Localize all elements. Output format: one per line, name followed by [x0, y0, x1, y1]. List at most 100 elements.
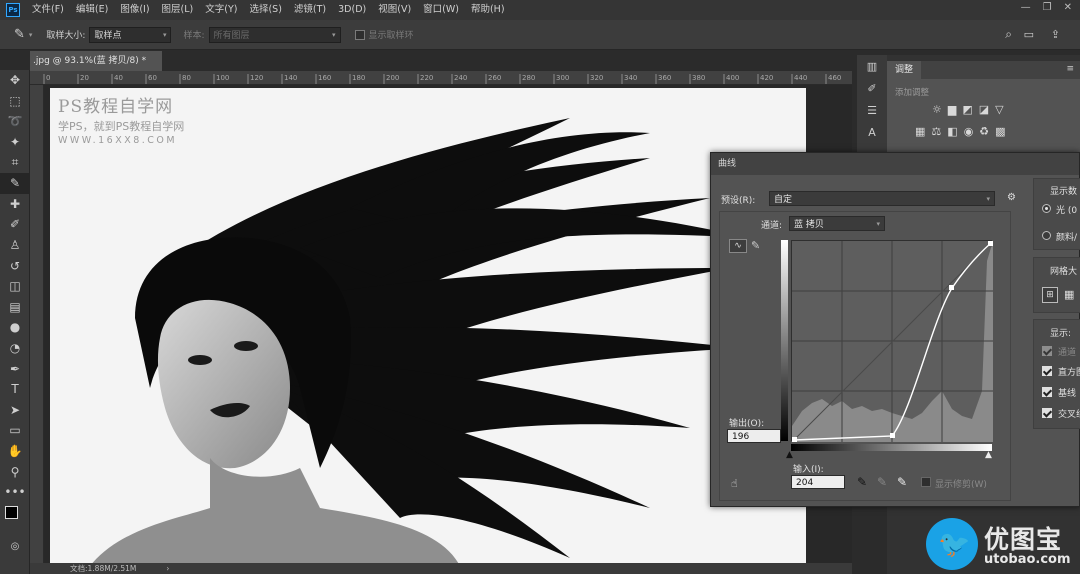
display-amount-label: 显示数: [1050, 187, 1078, 197]
character-panel-icon[interactable]: A: [857, 121, 887, 143]
pen-tool-icon[interactable]: ✒: [0, 358, 30, 379]
move-tool-icon[interactable]: ✥: [0, 70, 30, 91]
foreground-color-swatch[interactable]: [5, 506, 18, 520]
photo-filter-icon[interactable]: ◉: [964, 125, 974, 138]
brush-tool-icon[interactable]: ✐: [0, 214, 30, 235]
marquee-tool-icon[interactable]: ⬚: [0, 91, 30, 112]
hand-tool-icon[interactable]: ✋: [0, 441, 30, 462]
menu-window[interactable]: 窗口(W): [417, 0, 465, 20]
watermark-slogan: 学PS，就到PS教程自学网: [58, 120, 185, 133]
brush-panel-icon[interactable]: ✐: [857, 77, 887, 99]
type-tool-icon[interactable]: T: [0, 379, 30, 400]
properties-panel-icon[interactable]: ☰: [857, 99, 887, 121]
sample-select[interactable]: 所有图层 ▾: [208, 26, 341, 43]
menu-help[interactable]: 帮助(H): [465, 0, 511, 20]
curve-point-mid[interactable]: [949, 285, 954, 290]
eyedropper-icon[interactable]: ✎: [14, 27, 25, 42]
chevron-right-icon[interactable]: ›: [166, 564, 169, 573]
show-ring-checkbox[interactable]: [354, 29, 365, 40]
white-slider-icon[interactable]: ▲: [985, 450, 992, 460]
quick-mask-icon[interactable]: ◎: [0, 536, 30, 557]
baseline-checkbox[interactable]: [1042, 387, 1052, 397]
menu-view[interactable]: 视图(V): [372, 0, 417, 20]
curve-point-tool-icon[interactable]: ∿: [729, 239, 747, 253]
menu-image[interactable]: 图像(I): [114, 0, 155, 20]
menu-type[interactable]: 文字(Y): [199, 0, 243, 20]
photo-canvas[interactable]: PS教程自学网 学PS，就到PS教程自学网 WWW.16XX8.COM: [50, 88, 806, 563]
exposure-icon[interactable]: ◪: [979, 103, 989, 116]
target-adjust-icon[interactable]: ☝: [731, 477, 738, 490]
lasso-tool-icon[interactable]: ➰: [0, 111, 30, 132]
levels-icon[interactable]: ▆: [948, 103, 956, 116]
gray-point-eyedropper-icon[interactable]: ✎: [877, 475, 887, 489]
tab-adjustments[interactable]: 调整: [887, 61, 921, 79]
black-slider-icon[interactable]: ▲: [786, 450, 793, 460]
light-radio[interactable]: [1042, 204, 1051, 213]
brightness-icon[interactable]: ☼: [932, 103, 942, 116]
channel-mixer-icon[interactable]: ♻: [979, 125, 989, 138]
histogram-panel-icon[interactable]: ▥: [857, 55, 887, 77]
healing-brush-tool-icon[interactable]: ✚: [0, 194, 30, 215]
curve-point-low[interactable]: [890, 433, 895, 438]
curves-plot[interactable]: [791, 240, 994, 443]
crop-tool-icon[interactable]: ⌗: [0, 152, 30, 173]
eyedropper-tool-icon[interactable]: ✎: [0, 172, 30, 194]
close-icon[interactable]: ✕: [1064, 2, 1072, 13]
baseline-label: 基线: [1058, 389, 1077, 399]
panel-menu-icon[interactable]: ≡: [1066, 64, 1074, 74]
grid-simple-icon[interactable]: ⊞: [1042, 287, 1058, 303]
eraser-tool-icon[interactable]: ◫: [0, 276, 30, 297]
menu-3d[interactable]: 3D(D): [332, 0, 372, 20]
black-white-icon[interactable]: ◧: [947, 125, 957, 138]
menu-filter[interactable]: 滤镜(T): [288, 0, 332, 20]
path-select-tool-icon[interactable]: ➤: [0, 400, 30, 421]
history-brush-tool-icon[interactable]: ↺: [0, 255, 30, 276]
color-balance-icon[interactable]: ⚖: [931, 125, 941, 138]
document-tab[interactable]: .jpg @ 93.1%(蓝 拷贝/8) *: [30, 51, 162, 71]
histogram-checkbox[interactable]: [1042, 366, 1052, 376]
search-icon[interactable]: ⌕: [1005, 27, 1012, 42]
menu-edit[interactable]: 编辑(E): [70, 0, 114, 20]
channel-select[interactable]: 蓝 拷贝 ▾: [789, 216, 885, 231]
sample-size-select[interactable]: 取样点 ▾: [89, 26, 172, 43]
curve-point-black[interactable]: [792, 437, 797, 442]
dodge-tool-icon[interactable]: ◔: [0, 338, 30, 359]
minimize-icon[interactable]: —: [1021, 2, 1031, 13]
clone-stamp-tool-icon[interactable]: ♙: [0, 235, 30, 256]
color-swatches[interactable]: [0, 502, 29, 536]
curves-graph[interactable]: [791, 240, 994, 443]
preset-options-icon[interactable]: ⚙: [1007, 192, 1016, 203]
chevron-down-icon[interactable]: ▾: [29, 31, 33, 39]
input-field[interactable]: 204: [791, 475, 845, 489]
shape-tool-icon[interactable]: ▭: [0, 420, 30, 441]
output-field[interactable]: 196: [727, 429, 781, 443]
vibrance-icon[interactable]: ▽: [995, 103, 1003, 116]
hue-saturation-icon[interactable]: ▦: [915, 125, 925, 138]
intersection-checkbox[interactable]: [1042, 408, 1052, 418]
pigment-radio[interactable]: [1042, 231, 1051, 240]
menu-layer[interactable]: 图层(L): [156, 0, 200, 20]
restore-icon[interactable]: ❐: [1043, 2, 1052, 13]
quick-select-tool-icon[interactable]: ✦: [0, 132, 30, 153]
blur-tool-icon[interactable]: ●: [0, 317, 30, 338]
grid-detailed-icon[interactable]: ▦: [1064, 288, 1074, 301]
menu-file[interactable]: 文件(F): [26, 0, 70, 20]
curves-dialog-title[interactable]: 曲线: [711, 153, 1079, 175]
more-tools-icon[interactable]: •••: [0, 482, 30, 503]
channel-overlay-checkbox[interactable]: [1042, 346, 1052, 356]
preset-select[interactable]: 自定 ▾: [769, 191, 995, 206]
gradient-tool-icon[interactable]: ▤: [0, 297, 30, 318]
show-clipping-checkbox[interactable]: [921, 477, 931, 487]
curve-point-white[interactable]: [988, 241, 993, 246]
white-point-eyedropper-icon[interactable]: ✎: [897, 475, 907, 489]
show-options-group: 显示: 通道 直方图 基线 交叉线: [1033, 319, 1080, 429]
share-icon[interactable]: ⇪: [1051, 28, 1060, 41]
brand-title: 优图宝: [984, 525, 1063, 554]
menu-select[interactable]: 选择(S): [243, 0, 287, 20]
pencil-tool-icon[interactable]: ✎: [751, 239, 760, 252]
black-point-eyedropper-icon[interactable]: ✎: [857, 475, 867, 489]
workspace-icon[interactable]: ▭: [1024, 28, 1034, 41]
zoom-tool-icon[interactable]: ⚲: [0, 461, 30, 482]
color-lookup-icon[interactable]: ▩: [995, 125, 1005, 138]
curves-icon[interactable]: ◩: [962, 103, 972, 116]
